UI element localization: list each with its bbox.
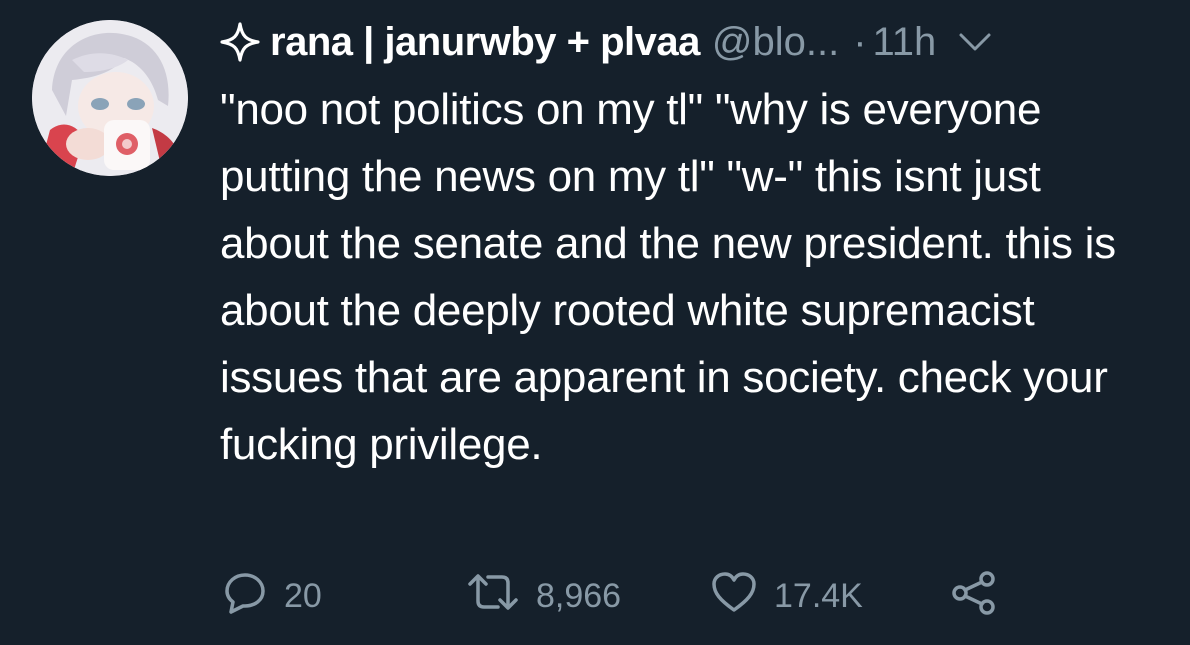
chevron-down-icon[interactable] [958,31,992,53]
tweet-header: rana | janurwby + plvaa @blo... · 11h [220,16,1170,68]
like-count: 17.4K [774,576,863,615]
share-icon [950,569,998,624]
tweet-card[interactable]: rana | janurwby + plvaa @blo... · 11h "n… [0,0,1190,645]
retweet-icon [466,569,520,624]
retweet-button[interactable]: 8,966 [466,570,621,622]
display-name[interactable]: rana | janurwby + plvaa [270,16,700,68]
user-handle[interactable]: @blo... [712,16,839,68]
avatar[interactable] [32,20,188,176]
sparkle-icon [220,22,260,62]
reply-count: 20 [284,576,322,615]
separator-dot: · [853,20,867,64]
retweet-count: 8,966 [536,576,622,615]
tweet-text: "noo not politics on my tl" "why is ever… [220,85,1116,469]
like-button[interactable]: 17.4K [710,570,863,622]
reply-button[interactable]: 20 [222,570,322,622]
timestamp[interactable]: 11h [873,16,937,68]
reply-icon [222,569,268,624]
heart-icon [710,569,758,624]
action-bar: 20 8,966 17.4K [222,570,1122,622]
share-button[interactable] [950,570,998,622]
